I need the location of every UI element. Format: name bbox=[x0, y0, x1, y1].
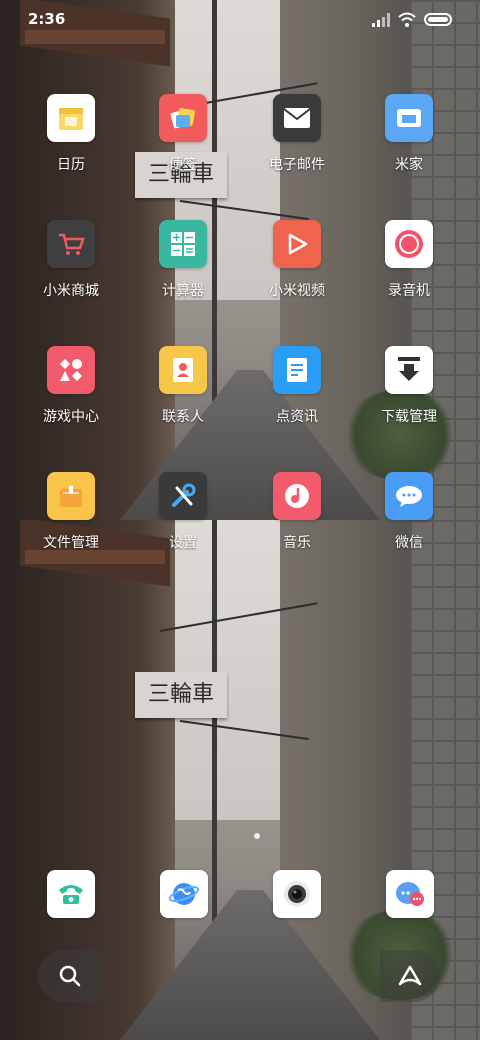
app-label: 游戏中心 bbox=[43, 409, 99, 425]
dock-phone[interactable] bbox=[47, 870, 95, 918]
app-wechat[interactable]: 微信 bbox=[354, 472, 464, 552]
app-label: 录音机 bbox=[388, 283, 430, 299]
battery-icon bbox=[424, 13, 452, 26]
app-label: 日历 bbox=[57, 157, 85, 173]
app-label: 电子邮件 bbox=[269, 157, 325, 173]
app-news[interactable]: 点资讯 bbox=[242, 346, 352, 426]
wallpaper-sign: 三輪車 bbox=[135, 672, 227, 718]
app-settings[interactable]: 设置 bbox=[128, 472, 238, 552]
status-time: 2:36 bbox=[28, 10, 66, 28]
game-center-icon bbox=[47, 346, 95, 394]
settings-icon bbox=[159, 472, 207, 520]
email-icon bbox=[273, 94, 321, 142]
mijia-icon bbox=[385, 94, 433, 142]
file-manager-icon bbox=[47, 472, 95, 520]
signal-icon bbox=[372, 13, 390, 27]
app-label: 文件管理 bbox=[43, 535, 99, 551]
app-label: 微信 bbox=[395, 535, 423, 551]
app-contacts[interactable]: 联系人 bbox=[128, 346, 238, 426]
notes-icon bbox=[159, 94, 207, 142]
app-label: 便签 bbox=[169, 157, 197, 173]
page-indicator bbox=[254, 833, 260, 839]
music-icon bbox=[273, 472, 321, 520]
app-label: 设置 bbox=[169, 535, 197, 551]
app-calculator[interactable]: 计算器 bbox=[128, 220, 238, 300]
chat-bubble-icon bbox=[385, 472, 433, 520]
app-label: 小米视频 bbox=[269, 283, 325, 299]
assistant-icon bbox=[398, 965, 422, 986]
dock-camera[interactable] bbox=[273, 870, 321, 918]
app-game-center[interactable]: 游戏中心 bbox=[16, 346, 126, 426]
phone-icon bbox=[59, 885, 83, 904]
download-icon bbox=[385, 346, 433, 394]
global-search-button[interactable] bbox=[38, 950, 102, 1002]
app-mi-video[interactable]: 小米视频 bbox=[242, 220, 352, 300]
browser-icon bbox=[168, 883, 200, 905]
app-calendar[interactable]: 日历 bbox=[16, 94, 126, 174]
dock-browser[interactable] bbox=[160, 870, 208, 918]
calculator-icon bbox=[159, 220, 207, 268]
news-icon bbox=[273, 346, 321, 394]
status-bar: 2:36 bbox=[0, 0, 480, 40]
wifi-icon bbox=[398, 12, 416, 27]
app-label: 米家 bbox=[395, 157, 423, 173]
app-download-manager[interactable]: 下载管理 bbox=[354, 346, 464, 426]
app-mijia[interactable]: 米家 bbox=[354, 94, 464, 174]
app-notes[interactable]: 便签 bbox=[128, 94, 238, 174]
app-mi-store[interactable]: 小米商城 bbox=[16, 220, 126, 300]
app-email[interactable]: 电子邮件 bbox=[242, 94, 352, 174]
app-recorder[interactable]: 录音机 bbox=[354, 220, 464, 300]
app-label: 小米商城 bbox=[43, 283, 99, 299]
messages-icon bbox=[396, 882, 424, 906]
camera-icon bbox=[284, 881, 310, 907]
app-file-manager[interactable]: 文件管理 bbox=[16, 472, 126, 552]
calendar-icon bbox=[47, 94, 95, 142]
app-label: 点资讯 bbox=[276, 409, 318, 425]
app-label: 音乐 bbox=[283, 535, 311, 551]
shop-cart-icon bbox=[47, 220, 95, 268]
app-music[interactable]: 音乐 bbox=[242, 472, 352, 552]
dock-messages[interactable] bbox=[386, 870, 434, 918]
video-play-icon bbox=[273, 220, 321, 268]
contacts-icon bbox=[159, 346, 207, 394]
app-label: 联系人 bbox=[162, 409, 204, 425]
app-label: 计算器 bbox=[162, 283, 204, 299]
assistant-button[interactable] bbox=[380, 950, 440, 1002]
search-icon bbox=[59, 965, 81, 987]
recorder-icon bbox=[385, 220, 433, 268]
app-label: 下载管理 bbox=[381, 409, 437, 425]
